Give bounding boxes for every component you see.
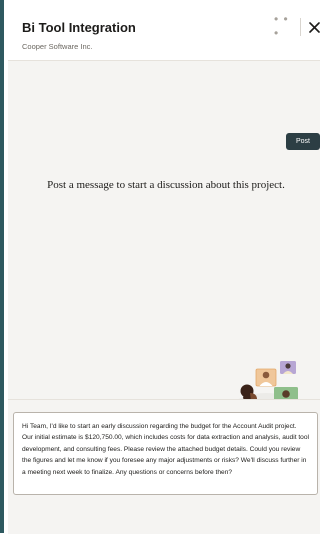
empty-state-message: Post a message to start a discussion abo… [47, 179, 285, 191]
close-icon [308, 21, 320, 33]
post-button[interactable]: Post [286, 133, 320, 150]
close-button[interactable] [304, 17, 320, 37]
page-title: Bi Tool Integration [22, 20, 136, 35]
message-composer: Hi Team, I'd like to start an early disc… [8, 399, 320, 534]
page-subtitle: Cooper Software Inc. [22, 42, 93, 51]
discussion-body: Post a message to start a discussion abo… [8, 61, 320, 437]
more-options-button[interactable]: • • • [274, 12, 296, 40]
header-divider [300, 18, 301, 36]
panel-header: Bi Tool Integration Cooper Software Inc.… [8, 0, 320, 61]
more-horizontal-icon: • • • [274, 12, 289, 40]
discussion-panel: Bi Tool Integration Cooper Software Inc.… [0, 0, 320, 534]
message-input[interactable]: Hi Team, I'd like to start an early disc… [13, 412, 318, 495]
